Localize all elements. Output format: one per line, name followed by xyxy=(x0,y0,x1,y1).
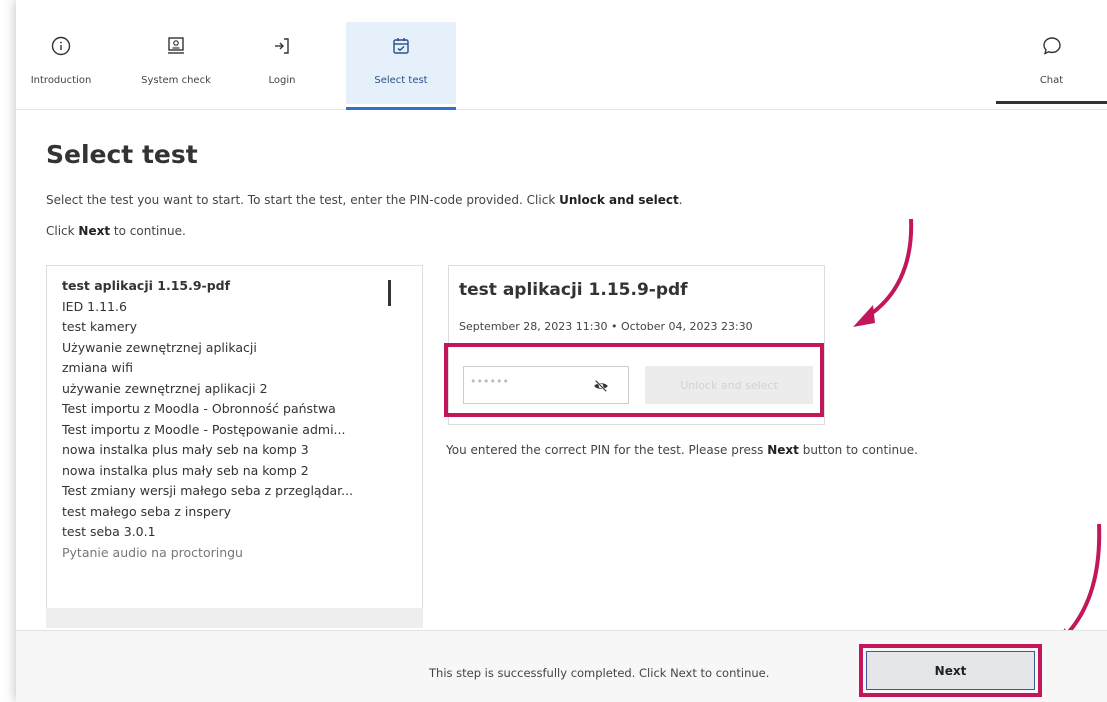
list-item[interactable]: nowa instalka plus mały seb na komp 2 xyxy=(62,461,422,482)
test-dates: September 28, 2023 11:30 • October 04, 2… xyxy=(459,320,753,333)
list-item[interactable]: używanie zewnętrznej aplikacji 2 xyxy=(62,379,422,400)
computer-check-icon xyxy=(168,37,184,54)
app-frame: Introduction System check Login Select t… xyxy=(16,0,1107,702)
annotation-arrow-icon xyxy=(853,218,914,327)
list-item[interactable]: Test importu z Moodla - Obronność państw… xyxy=(62,399,422,420)
list-item[interactable]: nowa instalka plus mały seb na komp 3 xyxy=(62,440,422,461)
chat-icon xyxy=(1042,37,1061,55)
next-highlight-box: Next xyxy=(859,644,1042,697)
list-item[interactable]: test małego seba z inspery xyxy=(62,502,422,523)
calendar-check-icon xyxy=(393,38,409,54)
list-item[interactable]: Używanie zewnętrznej aplikacji xyxy=(62,338,422,359)
intro-continue-text: Click Next to continue. xyxy=(46,224,186,238)
step-label: Introduction xyxy=(30,75,92,86)
list-item[interactable]: IED 1.11.6 xyxy=(62,297,422,318)
pin-highlight-box xyxy=(444,343,824,417)
step-label: System check xyxy=(141,75,211,86)
step-select-test[interactable]: Select test xyxy=(346,22,456,110)
next-button[interactable]: Next xyxy=(866,651,1035,690)
intro-text: Select the test you want to start. To st… xyxy=(46,193,683,207)
chat-button[interactable]: Chat xyxy=(996,22,1107,104)
list-item[interactable]: Test zmiany wersji małego seba z przeglą… xyxy=(62,481,422,502)
step-label: Login xyxy=(268,75,296,86)
chat-label: Chat xyxy=(1039,75,1064,86)
chat-active-indicator xyxy=(996,101,1107,104)
list-item[interactable]: Test importu z Moodle - Postępowanie adm… xyxy=(62,420,422,441)
footer-message: This step is successfully completed. Cli… xyxy=(429,666,770,680)
test-title: test aplikacji 1.15.9-pdf xyxy=(459,280,688,300)
step-login[interactable]: Login xyxy=(246,22,318,104)
list-scrollbar[interactable] xyxy=(388,280,391,306)
success-message: You entered the correct PIN for the test… xyxy=(446,443,918,457)
list-item[interactable]: test aplikacji 1.15.9-pdf xyxy=(62,276,422,297)
step-system-check[interactable]: System check xyxy=(126,22,226,104)
list-item[interactable]: test seba 3.0.1 xyxy=(62,522,422,543)
step-label: Select test xyxy=(374,75,428,86)
login-icon xyxy=(275,38,289,54)
list-item[interactable]: Pytanie audio na proctoringu xyxy=(62,543,422,564)
step-introduction[interactable]: Introduction xyxy=(16,22,106,104)
page-title: Select test xyxy=(46,140,198,169)
step-navigation: Introduction System check Login Select t… xyxy=(16,0,1107,110)
test-list[interactable]: test aplikacji 1.15.9-pdf IED 1.11.6 tes… xyxy=(46,265,423,628)
list-scroll-overlay xyxy=(46,608,423,628)
list-item[interactable]: test kamery xyxy=(62,317,422,338)
list-item[interactable]: zmiana wifi xyxy=(62,358,422,379)
info-icon xyxy=(51,36,71,56)
